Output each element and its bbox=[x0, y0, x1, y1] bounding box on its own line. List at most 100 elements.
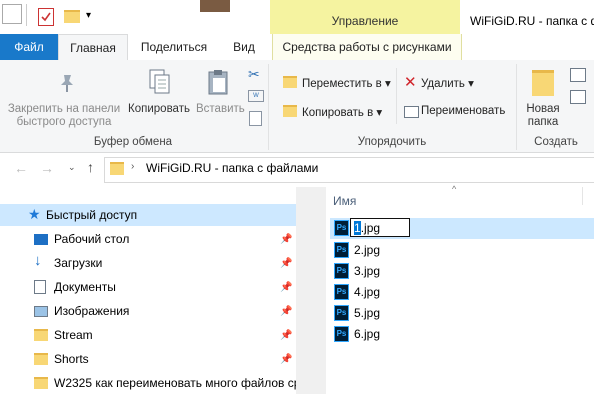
up-icon[interactable]: ↑ bbox=[87, 159, 94, 175]
file-name: 4.jpg bbox=[354, 285, 381, 299]
organize-inner-divider bbox=[396, 68, 397, 124]
nav-item-label: Shorts bbox=[54, 352, 89, 366]
nav-item-documents[interactable]: Документы 📌 bbox=[0, 276, 296, 300]
cut-icon[interactable]: ✂ bbox=[248, 66, 260, 83]
move-to-icon bbox=[283, 76, 297, 88]
tab-picture-tools[interactable]: Средства работы с рисунками bbox=[272, 34, 462, 60]
paste-icon bbox=[207, 68, 231, 96]
paste-button[interactable]: Вставить bbox=[196, 103, 245, 116]
file-row[interactable]: Ps 4.jpg bbox=[330, 282, 594, 303]
breadcrumb-chevron-icon[interactable]: › bbox=[131, 161, 134, 172]
clipboard-group-label: Буфер обмена bbox=[93, 136, 173, 148]
copy-to-icon bbox=[283, 105, 297, 117]
manage-context-tab[interactable]: Управление bbox=[270, 0, 460, 34]
taskbar-thumbnail bbox=[200, 0, 230, 12]
photoshop-file-icon: Ps bbox=[334, 326, 349, 342]
rename-extension-text: .jpg bbox=[360, 221, 381, 235]
rename-button[interactable]: Переименовать bbox=[421, 105, 505, 117]
forward-icon[interactable]: → bbox=[40, 160, 54, 176]
copy-path-icon[interactable]: W bbox=[248, 90, 264, 102]
window-icon[interactable] bbox=[2, 4, 22, 24]
star-icon: ★ bbox=[28, 206, 41, 222]
nav-item-pictures[interactable]: Изображения 📌 bbox=[0, 300, 296, 324]
paste-shortcut-icon[interactable] bbox=[249, 111, 262, 126]
window-title: WiFiGiD.RU - папка с ф bbox=[470, 14, 594, 28]
nav-item-label: Быстрый доступ bbox=[46, 208, 138, 222]
properties-icon[interactable] bbox=[38, 8, 54, 26]
file-row[interactable]: Ps 6.jpg bbox=[330, 324, 594, 345]
nav-item-w2325[interactable]: W2325 как переименовать много файлов ср bbox=[0, 372, 296, 396]
breadcrumb[interactable]: WiFiGiD.RU - папка с файлами bbox=[146, 161, 318, 175]
pin-icon bbox=[56, 72, 78, 94]
new-item-icon[interactable] bbox=[570, 68, 586, 82]
file-name: 2.jpg bbox=[354, 243, 381, 257]
nav-item-quick-access[interactable]: ★ Быстрый доступ bbox=[0, 204, 296, 228]
create-group-label: Создать bbox=[534, 136, 578, 148]
photoshop-file-icon: Ps bbox=[334, 220, 349, 236]
column-divider[interactable] bbox=[582, 187, 583, 205]
pin-icon[interactable]: 📌 bbox=[280, 234, 292, 245]
nav-item-desktop[interactable]: Рабочий стол 📌 bbox=[0, 228, 296, 252]
pin-quick-access-button[interactable]: Закрепить на панели быстрого доступа bbox=[2, 103, 126, 129]
photoshop-file-icon: Ps bbox=[334, 263, 349, 279]
nav-item-label: Документы bbox=[54, 280, 116, 294]
copy-icon bbox=[148, 68, 172, 96]
new-folder-icon bbox=[532, 70, 554, 96]
rename-input[interactable]: 1.jpg bbox=[350, 218, 410, 237]
copy-button[interactable]: Копировать bbox=[126, 103, 192, 116]
recent-locations-icon[interactable]: ⌄ bbox=[68, 162, 76, 173]
photoshop-file-icon: Ps bbox=[334, 242, 349, 258]
pin-icon[interactable]: 📌 bbox=[280, 330, 292, 341]
back-icon[interactable]: ← bbox=[14, 160, 28, 176]
group-divider bbox=[516, 64, 517, 150]
tab-share[interactable]: Поделиться bbox=[134, 34, 214, 60]
photoshop-file-icon: Ps bbox=[334, 284, 349, 300]
delete-button[interactable]: Удалить ▾ bbox=[421, 76, 474, 90]
nav-item-stream[interactable]: Stream 📌 bbox=[0, 324, 296, 348]
column-header-name[interactable]: Имя bbox=[333, 194, 356, 208]
nav-item-label: Загрузки bbox=[54, 256, 103, 270]
file-row[interactable]: Ps 5.jpg bbox=[330, 303, 594, 324]
file-row[interactable]: Ps 1.jpg bbox=[330, 218, 594, 239]
sort-ascending-icon: ^ bbox=[452, 184, 457, 194]
tab-view[interactable]: Вид bbox=[224, 34, 264, 60]
qat-dropdown-icon[interactable]: ▾ bbox=[86, 10, 91, 21]
nav-scrollbar[interactable] bbox=[296, 187, 326, 394]
delete-icon: ✕ bbox=[404, 74, 417, 91]
title-separator bbox=[26, 4, 27, 26]
rename-selected-text: 1 bbox=[354, 221, 361, 235]
download-icon: ↓ bbox=[34, 252, 42, 269]
organize-group-label: Упорядочить bbox=[357, 136, 427, 148]
folder-icon bbox=[34, 377, 48, 389]
photoshop-file-icon: Ps bbox=[334, 305, 349, 321]
documents-icon bbox=[34, 280, 46, 294]
folder-icon bbox=[110, 162, 124, 175]
easy-access-icon[interactable] bbox=[570, 90, 586, 104]
pin-icon[interactable]: 📌 bbox=[280, 282, 292, 293]
pin-icon[interactable]: 📌 bbox=[280, 258, 292, 269]
pin-icon[interactable]: 📌 bbox=[280, 306, 292, 317]
desktop-icon bbox=[34, 234, 48, 245]
copy-to-button[interactable]: Копировать в ▾ bbox=[302, 105, 382, 119]
tab-file[interactable]: Файл bbox=[0, 34, 58, 60]
nav-item-label: Stream bbox=[54, 328, 93, 342]
group-divider bbox=[268, 64, 269, 150]
folder-icon bbox=[34, 353, 48, 365]
nav-item-shorts[interactable]: Shorts 📌 bbox=[0, 348, 296, 372]
file-row[interactable]: Ps 2.jpg bbox=[330, 240, 594, 261]
nav-item-label: Рабочий стол bbox=[54, 232, 130, 246]
tab-home[interactable]: Главная bbox=[58, 34, 128, 62]
new-folder-qat-icon[interactable] bbox=[64, 10, 80, 23]
file-row[interactable]: Ps 3.jpg bbox=[330, 261, 594, 282]
nav-item-downloads[interactable]: ↓ Загрузки 📌 bbox=[0, 252, 296, 276]
file-name: 3.jpg bbox=[354, 264, 381, 278]
nav-item-label: Изображения bbox=[54, 304, 130, 318]
move-to-button[interactable]: Переместить в ▾ bbox=[302, 76, 391, 90]
pin-icon[interactable]: 📌 bbox=[280, 354, 292, 365]
new-folder-button[interactable]: Новая папка bbox=[520, 103, 566, 129]
file-name: 6.jpg bbox=[354, 327, 381, 341]
rename-icon bbox=[404, 106, 419, 118]
folder-icon bbox=[34, 329, 48, 341]
nav-item-label: W2325 как переименовать много файлов ср bbox=[54, 376, 296, 390]
pictures-icon bbox=[34, 306, 48, 317]
